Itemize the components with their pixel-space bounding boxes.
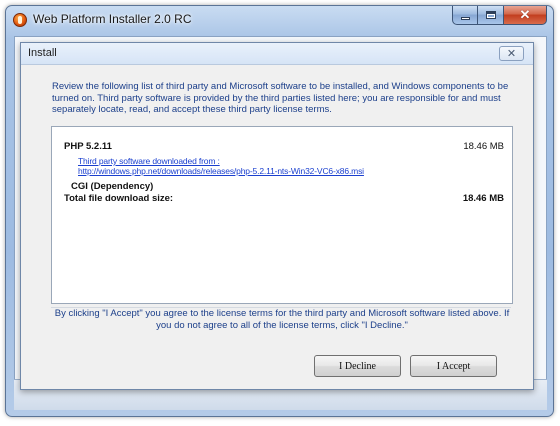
license-note: By clicking "I Accept" you agree to the … xyxy=(54,308,510,331)
download-url-link[interactable]: http://windows.php.net/downloads/release… xyxy=(78,166,364,176)
web-platform-installer-icon xyxy=(13,13,27,27)
dialog-title: Install xyxy=(28,47,57,59)
total-size-row: Total file download size: 18.46 MB xyxy=(64,193,504,204)
package-name: PHP 5.2.11 xyxy=(64,141,112,152)
maximize-button[interactable] xyxy=(478,6,504,25)
caption-buttons: ✕ xyxy=(452,6,547,25)
package-row: PHP 5.2.11 18.46 MB xyxy=(64,141,504,152)
third-party-source-link[interactable]: Third party software downloaded from : xyxy=(78,156,220,166)
window-titlebar[interactable]: Web Platform Installer 2.0 RC ✕ xyxy=(6,6,553,34)
maximize-icon xyxy=(485,11,496,19)
dialog-close-button[interactable]: ✕ xyxy=(499,46,524,61)
decline-button[interactable]: I Decline xyxy=(314,355,401,377)
intro-text: Review the following list of third party… xyxy=(52,81,509,116)
minimize-icon xyxy=(460,16,470,20)
close-window-button[interactable]: ✕ xyxy=(504,6,547,25)
package-size: 18.46 MB xyxy=(463,141,504,152)
minimize-button[interactable] xyxy=(452,6,478,25)
window-title: Web Platform Installer 2.0 RC xyxy=(33,12,192,26)
total-size-label: Total file download size: xyxy=(64,193,174,204)
close-icon: ✕ xyxy=(519,7,531,22)
dialog-titlebar[interactable]: Install ✕ xyxy=(21,43,533,65)
close-icon: ✕ xyxy=(506,48,517,60)
install-dialog: Install ✕ Review the following list of t… xyxy=(20,42,534,390)
total-size-value: 18.46 MB xyxy=(462,193,504,204)
accept-button[interactable]: I Accept xyxy=(410,355,497,377)
package-list: PHP 5.2.11 18.46 MB Third party software… xyxy=(51,126,513,304)
dependency-label: CGI (Dependency) xyxy=(71,181,154,192)
